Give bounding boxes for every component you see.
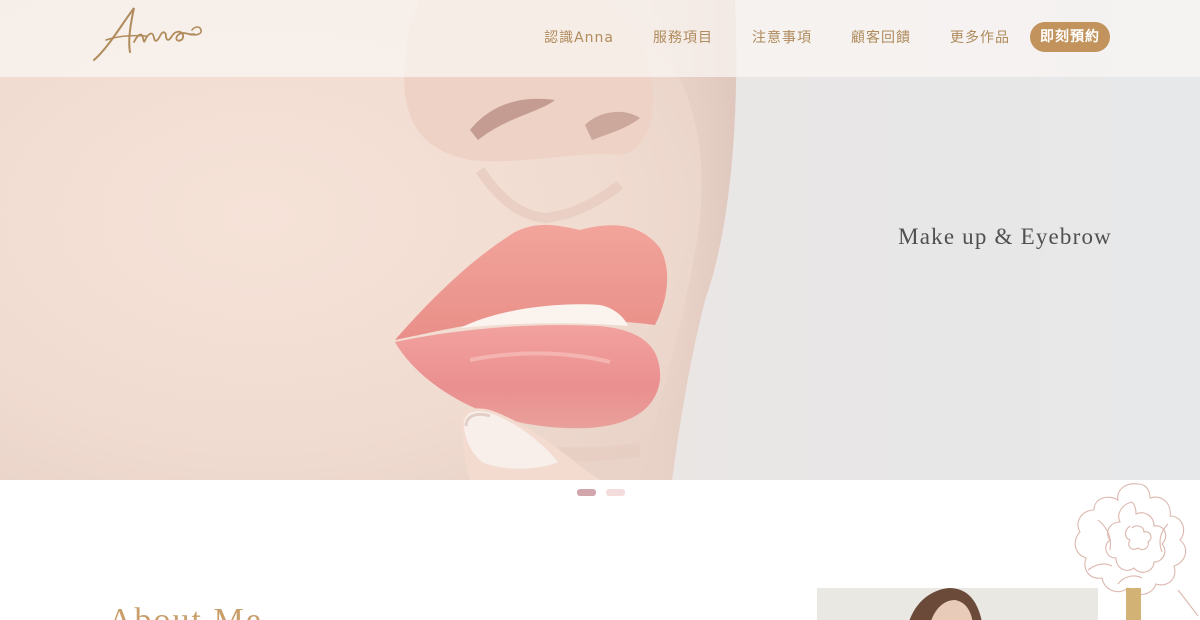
carousel-pagination (577, 489, 635, 496)
site-header: 認識Anna 服務項目 注意事項 顧客回饋 更多作品 即刻預約 (0, 0, 1200, 77)
carousel-dot-1[interactable] (577, 489, 596, 496)
anna-logo-icon[interactable] (88, 2, 208, 64)
nav-item-services[interactable]: 服務項目 (653, 27, 713, 47)
nav-item-notes[interactable]: 注意事項 (752, 27, 812, 47)
main-nav: 認識Anna 服務項目 注意事項 顧客回饋 更多作品 即刻預約 (544, 22, 1110, 52)
nav-item-about-anna[interactable]: 認識Anna (544, 27, 614, 47)
about-portrait-image (817, 588, 1098, 620)
nav-item-reviews[interactable]: 顧客回饋 (851, 27, 911, 47)
nav-item-more-works[interactable]: 更多作品 (950, 27, 1010, 47)
book-now-button[interactable]: 即刻預約 (1030, 22, 1110, 52)
accent-bar (1126, 588, 1141, 620)
hero-tagline: Make up & Eyebrow (898, 224, 1112, 249)
portrait-graphic (909, 588, 982, 620)
about-section-title: About Me (108, 602, 263, 620)
carousel-dot-2[interactable] (606, 489, 625, 496)
